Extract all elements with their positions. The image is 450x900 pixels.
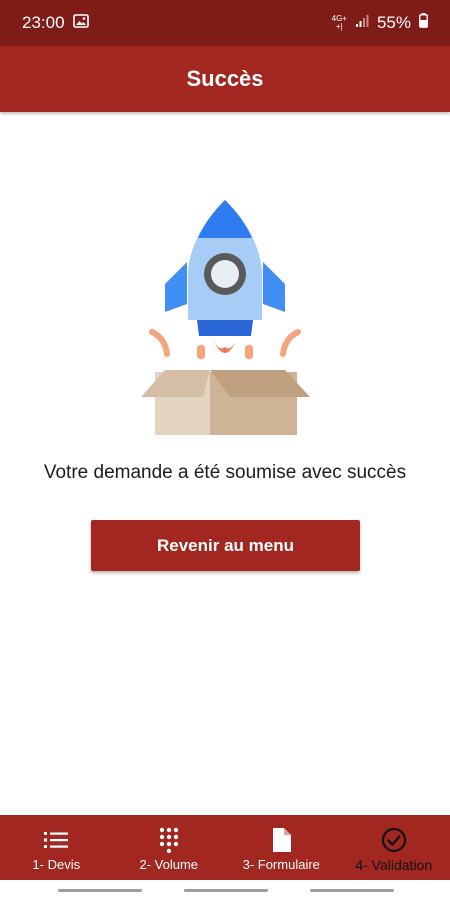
nav-label-volume: 2- Volume [139,857,199,872]
signal-icon [355,13,369,33]
nav-item-validation[interactable]: 4- Validation [338,815,450,880]
dial-pad-icon [156,827,182,853]
nav-label-validation: 4- Validation [355,857,433,873]
back-pill[interactable] [310,889,394,892]
rocket-box-illustration [135,192,315,442]
list-icon [43,827,69,853]
gallery-icon [72,13,89,33]
page-title: Succès [186,66,264,91]
home-pill[interactable] [184,889,268,892]
battery-percent: 55% [376,13,411,32]
nav-label-devis: 1- Devis [32,857,81,872]
status-right: 4G+ +| 55% [332,13,428,33]
recent-apps-pill[interactable] [58,889,142,892]
system-navigation-bar [0,880,450,900]
success-message: Votre demande a été soumise avec succès [43,462,407,483]
bottom-navigation: 1- Devis 2- Volume 3- Formulaire 4- Vali… [0,815,450,880]
network-type-bottom: +| [335,22,343,31]
status-left: 23:00 [22,13,89,33]
back-to-menu-button[interactable]: Revenir au menu [91,520,360,571]
document-icon [268,827,294,853]
network-type-label: 4G+ +| [332,15,347,31]
battery-icon [419,13,428,33]
nav-item-devis[interactable]: 1- Devis [0,815,113,880]
nav-item-formulaire[interactable]: 3- Formulaire [225,815,338,880]
check-circle-icon [381,827,407,853]
nav-item-volume[interactable]: 2- Volume [113,815,226,880]
nav-label-formulaire: 3- Formulaire [242,857,320,872]
status-time: 23:00 [22,13,65,32]
status-bar: 23:00 4G+ +| 55% [0,0,450,46]
app-bar: Succès [0,46,450,112]
